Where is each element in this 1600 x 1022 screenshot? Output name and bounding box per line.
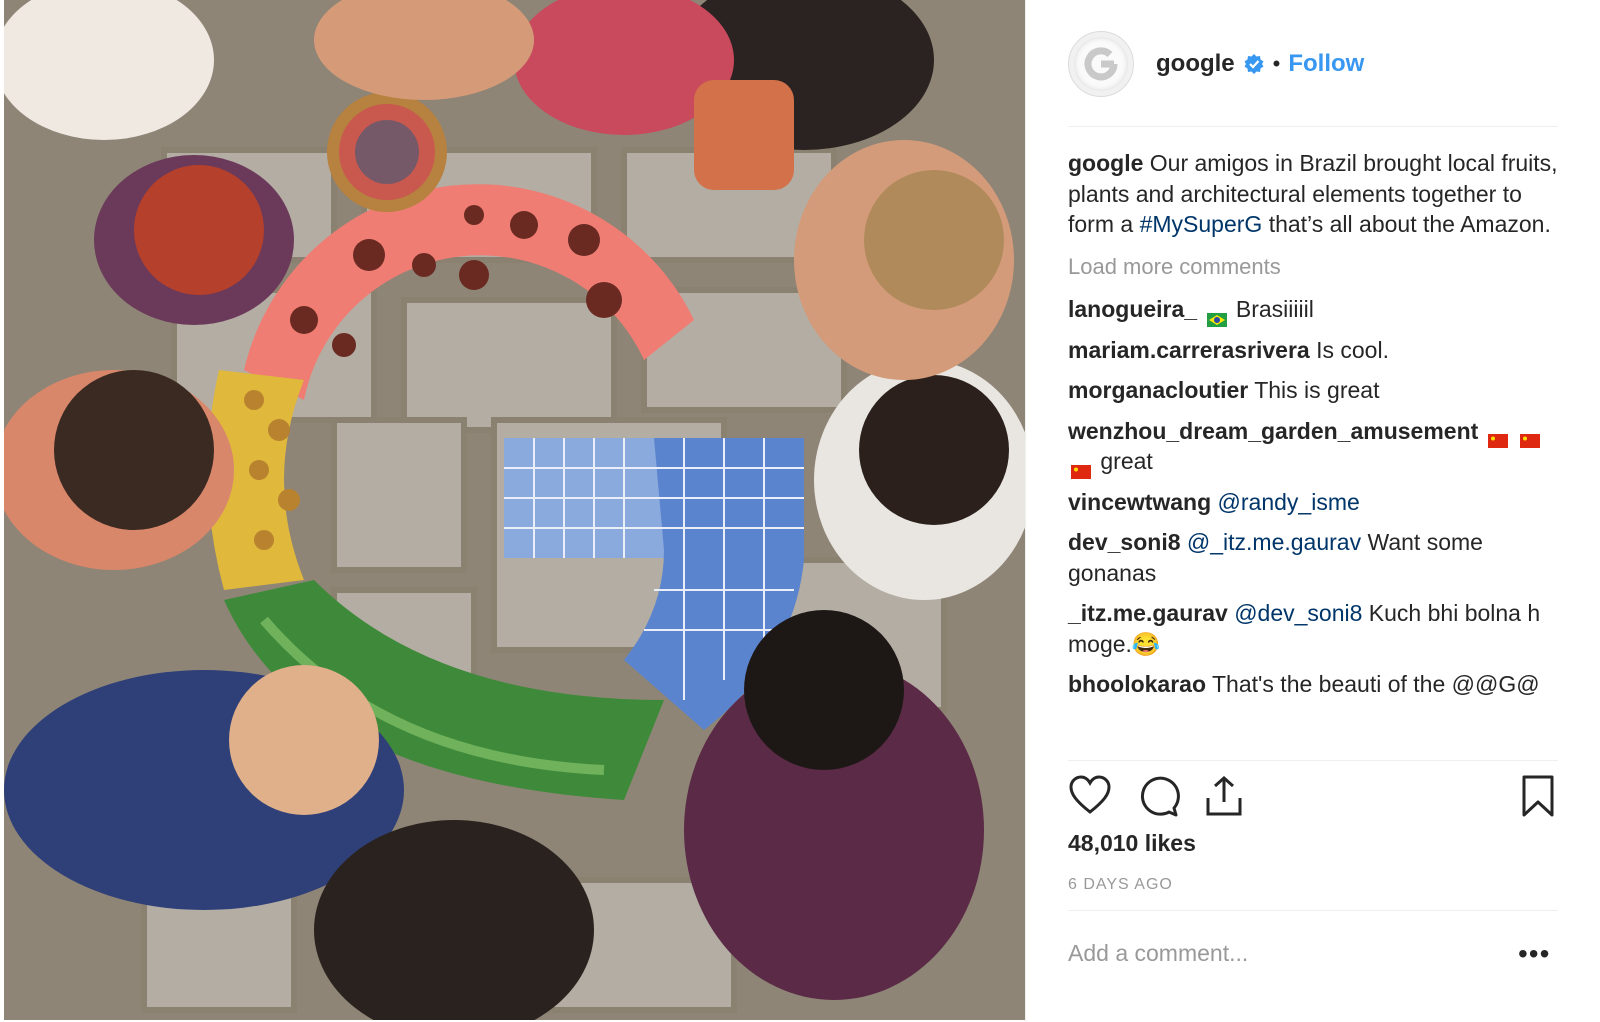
add-comment-input[interactable]: Add a comment... bbox=[1068, 940, 1248, 967]
china-flag-icon bbox=[1071, 456, 1091, 479]
comments-section: google Our amigos in Brazil brought loca… bbox=[1068, 148, 1568, 710]
comment-item: morganacloutier This is great bbox=[1068, 375, 1568, 406]
china-flag-icon bbox=[1487, 425, 1508, 449]
comment-text: Is cool. bbox=[1316, 336, 1389, 363]
comment-text: great bbox=[1100, 448, 1153, 474]
more-options-button[interactable]: ••• bbox=[1518, 938, 1550, 970]
instagram-post: google • Follow google Our amigos in Bra… bbox=[0, 0, 1600, 1022]
caption: google Our amigos in Brazil brought loca… bbox=[1068, 148, 1568, 240]
comment-item: bhoolokarao That's the beauti of the @@G… bbox=[1068, 669, 1568, 700]
follow-button[interactable]: Follow bbox=[1288, 50, 1364, 78]
comment-input-divider bbox=[1068, 910, 1558, 911]
hashtag-link[interactable]: #MySuperG bbox=[1140, 211, 1263, 237]
comment-text: Brasiiiiil bbox=[1235, 296, 1314, 322]
comment-text: This is great bbox=[1254, 377, 1380, 403]
comment-icon[interactable] bbox=[1136, 774, 1180, 818]
mention-link[interactable]: @dev_soni8 bbox=[1234, 600, 1362, 626]
comment-username[interactable]: lanogueira_ bbox=[1068, 296, 1197, 322]
post-details-panel: google • Follow google Our amigos in Bra… bbox=[1025, 0, 1600, 1022]
comment-username[interactable]: wenzhou_dream_garden_amusement bbox=[1068, 418, 1478, 444]
bookmark-icon[interactable] bbox=[1516, 774, 1560, 818]
share-icon[interactable] bbox=[1202, 774, 1246, 818]
comment-item: mariam.carrerasrivera Is cool. bbox=[1068, 335, 1568, 366]
likes-count[interactable]: 48,010 likes bbox=[1068, 830, 1196, 857]
comment-username[interactable]: mariam.carrerasrivera bbox=[1068, 337, 1310, 363]
post-timestamp[interactable]: 6 DAYS AGO bbox=[1068, 876, 1173, 894]
mention-link[interactable]: @randy_isme bbox=[1218, 489, 1360, 515]
avatar[interactable] bbox=[1068, 31, 1134, 97]
mention-link[interactable]: @_itz.me.gaurav bbox=[1187, 529, 1361, 555]
brazil-flag-icon bbox=[1206, 304, 1227, 327]
header-divider bbox=[1068, 126, 1558, 127]
comment-item: wenzhou_dream_garden_amusement great bbox=[1068, 416, 1568, 479]
load-more-comments-button[interactable]: Load more comments bbox=[1068, 252, 1568, 283]
comment-item: dev_soni8 @_itz.me.gaurav Want some gona… bbox=[1068, 527, 1568, 588]
comment-username[interactable]: dev_soni8 bbox=[1068, 529, 1181, 555]
comment-username[interactable]: vincewtwang bbox=[1068, 489, 1211, 515]
comment-item: _itz.me.gaurav @dev_soni8 Kuch bhi bolna… bbox=[1068, 598, 1568, 659]
photo-illustration bbox=[4, 0, 1025, 1020]
action-bar bbox=[1068, 774, 1568, 820]
verified-badge-icon bbox=[1243, 53, 1265, 75]
username-link[interactable]: google bbox=[1156, 50, 1235, 78]
comment-username[interactable]: _itz.me.gaurav bbox=[1068, 600, 1228, 626]
caption-username[interactable]: google bbox=[1068, 150, 1143, 176]
heart-icon[interactable] bbox=[1068, 774, 1112, 818]
google-logo-icon bbox=[1074, 37, 1128, 91]
separator-dot: • bbox=[1272, 51, 1281, 76]
comment-item: lanogueira_ Brasiiiiil bbox=[1068, 294, 1568, 327]
comment-username[interactable]: morganacloutier bbox=[1068, 377, 1248, 403]
comment-username[interactable]: bhoolokarao bbox=[1068, 671, 1206, 697]
caption-text-end: that’s all about the Amazon. bbox=[1268, 211, 1551, 237]
comment-text: That's the beauti of the @@G@ bbox=[1212, 671, 1540, 697]
comment-item: vincewtwang @randy_isme bbox=[1068, 487, 1568, 518]
post-photo[interactable] bbox=[4, 0, 1025, 1020]
china-flag-icon bbox=[1520, 425, 1541, 449]
post-header: google • Follow bbox=[1068, 30, 1364, 98]
actions-divider bbox=[1068, 760, 1558, 761]
